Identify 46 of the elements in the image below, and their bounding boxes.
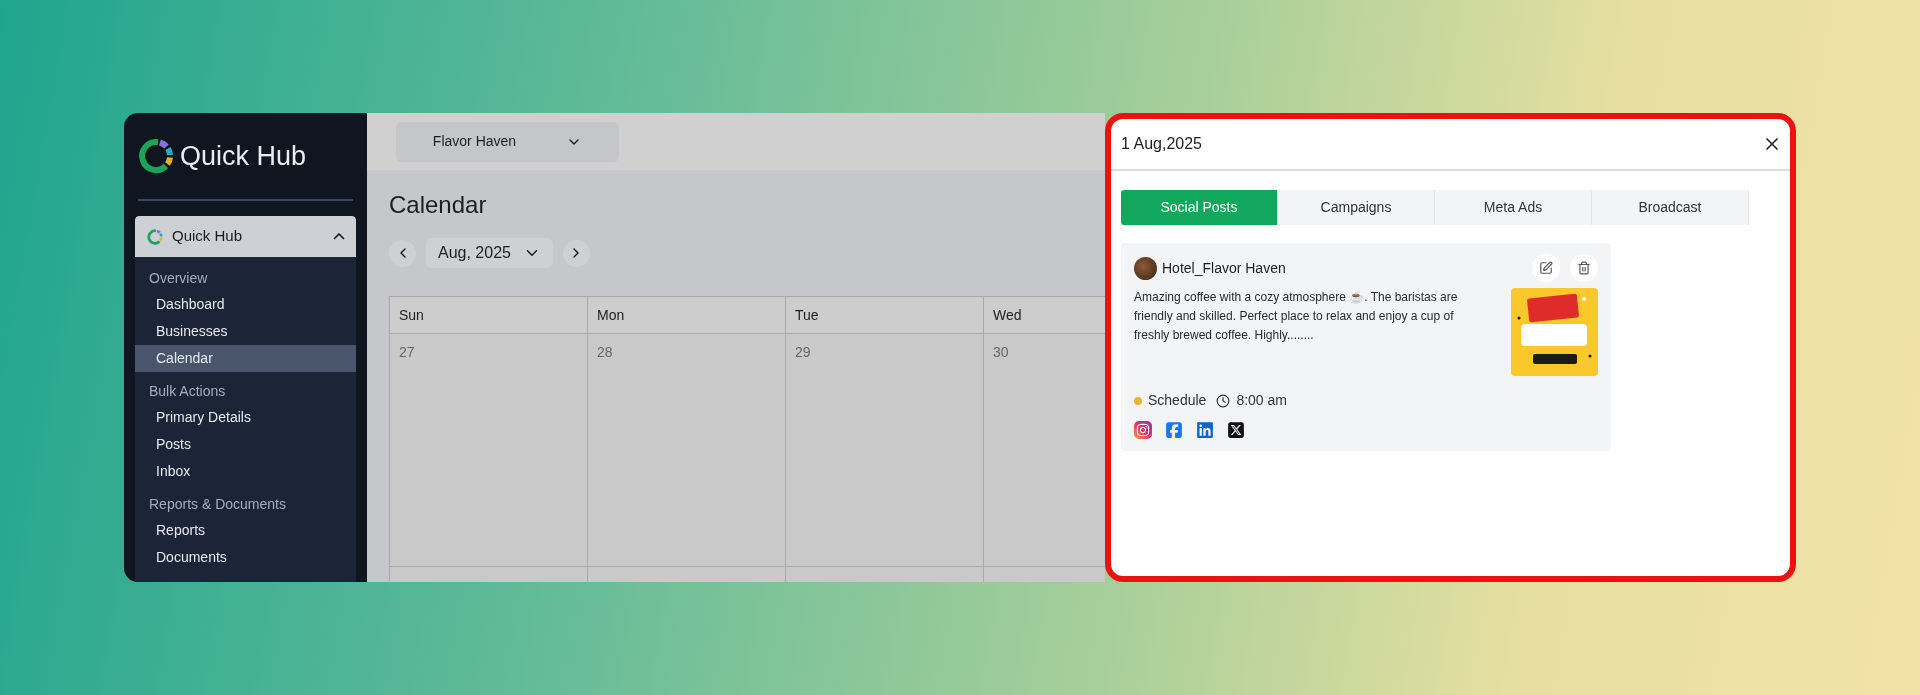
nav-item[interactable]: Calendar <box>135 345 356 372</box>
post-time: 8:00 am <box>1236 391 1287 410</box>
post-text: Amazing coffee with a cozy atmosphere ☕. The baristas are friendly and skilled. Perfect place to relax and enjoy a cup of freshly brewed coffee. Highly........ <box>1134 289 1459 344</box>
page-title: Calendar <box>389 190 488 220</box>
nav-item[interactable]: Posts <box>135 431 356 458</box>
weekday-header: Mon <box>588 297 786 333</box>
edit-icon <box>1539 261 1553 275</box>
weekday-header: Wed <box>984 297 1105 333</box>
tab[interactable]: Broadcast <box>1592 190 1749 225</box>
weekday-header: Tue <box>786 297 984 333</box>
weekday-header: Sun <box>390 297 588 333</box>
nav-item[interactable]: Inbox <box>135 458 356 485</box>
nav-item[interactable]: Primary Details <box>135 404 356 431</box>
day-cell[interactable]: 29 <box>786 334 984 566</box>
delete-button[interactable] <box>1570 254 1598 282</box>
facebook-icon[interactable] <box>1165 421 1183 439</box>
chevron-up-icon <box>333 233 345 240</box>
section-heading: Reports & Documents <box>148 495 287 514</box>
nav-item[interactable]: Businesses <box>135 318 356 345</box>
next-month-button[interactable] <box>562 239 590 267</box>
day-cell[interactable]: 28 <box>588 334 786 566</box>
nav-item[interactable]: Documents <box>135 544 356 571</box>
logo-icon <box>146 227 164 246</box>
tab[interactable]: Meta Ads <box>1435 190 1592 225</box>
trash-icon <box>1577 261 1591 275</box>
logo-text: Quick Hub <box>180 139 307 173</box>
month-select[interactable]: Aug, 2025 <box>426 238 553 268</box>
status-label: Schedule <box>1148 391 1207 410</box>
author-name: Hotel_Flavor Haven <box>1162 258 1286 278</box>
day-cell[interactable]: 27 <box>390 334 588 566</box>
x-icon[interactable] <box>1227 421 1245 439</box>
logo-icon <box>136 136 176 176</box>
business-select[interactable]: Flavor Haven <box>396 121 619 162</box>
clock-icon <box>1216 393 1231 408</box>
panel-title: 1 Aug,2025 <box>1121 134 1202 154</box>
section-heading: Bulk Actions <box>148 382 227 401</box>
workspace-dropdown[interactable]: Quick Hub <box>135 216 356 257</box>
section-heading: Overview <box>148 269 209 288</box>
instagram-icon[interactable] <box>1134 421 1152 439</box>
avatar <box>1134 256 1157 280</box>
tab[interactable]: Campaigns <box>1278 190 1435 225</box>
edit-button[interactable] <box>1532 254 1560 282</box>
linkedin-icon[interactable] <box>1196 421 1214 439</box>
nav-item[interactable]: Dashboard <box>135 291 356 318</box>
nav-item[interactable]: Reports <box>135 517 356 544</box>
previous-month-button[interactable] <box>389 239 416 267</box>
